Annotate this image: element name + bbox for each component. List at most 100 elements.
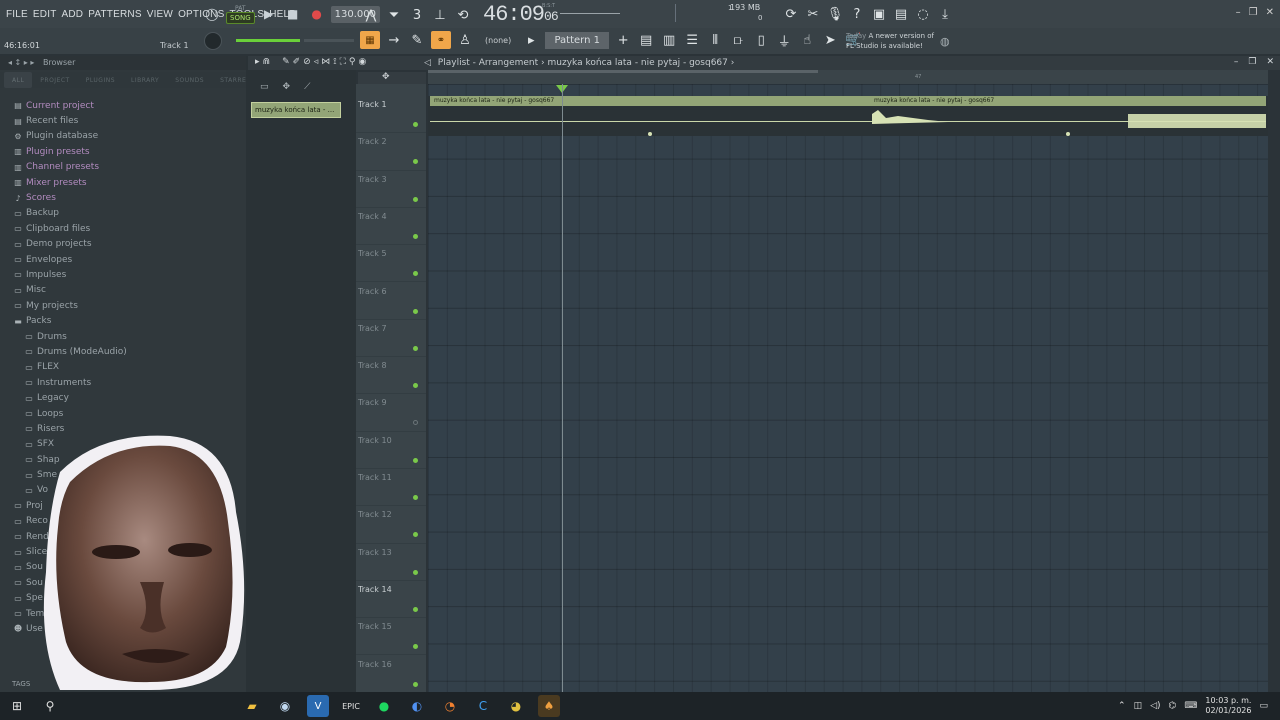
track-enable-led[interactable] [413,532,418,538]
help-icon[interactable]: ? [848,5,866,23]
clip-link-icon[interactable]: ⟋ [304,82,310,92]
track-header[interactable]: Track 8 [356,357,426,395]
search-icon[interactable]: ⚲ [39,695,61,717]
track-header[interactable]: Track 5 [356,245,426,283]
undo-history-icon[interactable]: ⟳ [782,5,800,23]
browser-item[interactable]: ▭ Clipboard files [0,221,246,236]
track-header[interactable]: Track 9 [356,394,426,432]
channel-rack-icon[interactable]: ☰ [683,31,701,49]
volume-icon[interactable]: ◁) [1150,701,1160,711]
render-icon[interactable]: ▤ [892,5,910,23]
blender-icon[interactable]: ◔ [439,695,461,717]
browser-item[interactable]: ▭ Envelopes [0,252,246,267]
mixer-icon[interactable]: ⫴ [706,31,724,49]
track-header[interactable]: Track 11 [356,469,426,507]
pl-maximize-icon[interactable]: ❐ [1248,57,1256,67]
browser-item[interactable]: ▭ My projects [0,298,246,313]
zoom-icon[interactable]: ⚲ [349,57,356,67]
piano-roll-icon[interactable]: ▥ [660,31,678,49]
close-icon[interactable]: ✕ [1266,7,1274,18]
capture-icon[interactable]: ➤ [821,31,839,49]
step-edit-icon[interactable]: ⊥ [431,6,449,24]
track-header[interactable]: Track 6 [356,283,426,320]
pl-close-icon[interactable]: ✕ [1266,57,1274,67]
browser-item[interactable]: ▥ Mixer presets [0,175,246,190]
wait-input-icon[interactable]: ⏷ [385,6,403,24]
touch-icon[interactable]: ☝ [798,31,816,49]
stamp-icon[interactable]: ♙ [456,31,474,49]
track-header[interactable]: Track 13 [356,544,426,581]
track-enable-led[interactable] [413,644,418,650]
mute-icon[interactable]: ◃ [314,57,319,67]
browser-item[interactable]: ▥ Plugin presets [0,144,246,159]
plug-icon[interactable]: ⏚ [775,31,793,50]
track-enable-led[interactable] [413,383,418,389]
draw-icon[interactable]: ✎ [282,57,290,67]
chat-icon[interactable]: ◌ [914,5,932,23]
browser-nav-icon[interactable]: ◂ ↕ ▸ ▸ [8,58,34,67]
track-header[interactable]: Track 3 [356,171,426,208]
snap-selector[interactable]: (none) [485,36,511,45]
add-pattern-icon[interactable]: + [614,31,632,49]
paint-icon[interactable]: ✐ [293,57,301,67]
pl-menu-arrow-icon[interactable]: ▸ [255,57,260,67]
pat-song-toggle[interactable]: PAT SONG [226,5,255,24]
track-header[interactable]: Track 7 [356,320,426,358]
track-header[interactable]: Track 2 [356,133,426,171]
metronome-icon[interactable]: ⋀ [362,6,380,24]
browser-item[interactable]: ⚙ Plugin database [0,129,246,144]
browser-toggle-icon[interactable]: ▯ [752,31,770,49]
pattern-arrow-icon[interactable]: ▸ [522,31,540,49]
playlist-grid[interactable] [428,84,1268,692]
track-enable-led[interactable] [413,159,418,165]
track-enable-led[interactable] [413,308,418,314]
magnet-icon[interactable]: ⋒ [263,57,271,67]
track-enable-led[interactable] [413,569,418,575]
globe-icon[interactable]: ◍ [940,35,950,48]
track-enable-led[interactable] [413,196,418,202]
start-icon[interactable]: ⊞ [6,695,28,717]
spotify-icon[interactable]: ● [373,695,395,717]
browser-item[interactable]: ▭ Misc [0,283,246,298]
save-icon[interactable]: ▣ [870,5,888,23]
delete-icon[interactable]: ⊘ [303,57,311,67]
browser-item[interactable]: ▭ Legacy [0,390,246,405]
stop-button[interactable]: ■ [283,4,303,24]
track-header[interactable]: Track 16 [356,656,426,693]
fl-studio-icon[interactable]: ♠ [538,695,560,717]
download-icon[interactable]: ⤓ [936,5,954,23]
arrow-right-icon[interactable]: → [385,31,403,49]
browser-item[interactable]: ▤ Current project [0,98,246,113]
track-enable-led[interactable] [413,271,418,277]
pl-minimize-icon[interactable]: – [1234,57,1239,67]
epic-games-icon[interactable]: EPIC [340,695,362,717]
tray-chevron-icon[interactable]: ⌃ [1118,701,1126,711]
pencil-icon[interactable]: ✎ [408,31,426,49]
app-icon[interactable]: ◐ [406,695,428,717]
browser-item[interactable]: ♪ Scores [0,190,246,205]
slip-icon[interactable]: ⋈ [321,57,330,67]
menu-view[interactable]: VIEW [147,9,173,20]
browser-item[interactable]: ▭ Impulses [0,267,246,282]
chrome-icon[interactable]: ◕ [505,695,527,717]
slice-icon[interactable]: ⟟ [333,57,336,67]
network-icon[interactable]: ⌬ [1169,701,1177,711]
plugin-picker-icon[interactable]: ⟥ [729,31,747,49]
browser-item[interactable]: ▭ Loops [0,406,246,421]
menu-file[interactable]: FILE [6,9,28,20]
main-volume-knob[interactable] [204,32,222,50]
browser-item[interactable]: ▭ Instruments [0,375,246,390]
track-enable-led[interactable] [413,122,418,127]
browser-tab-all[interactable]: ALL [4,72,33,88]
steam-icon[interactable]: ◉ [274,695,296,717]
track-enable-led[interactable] [413,420,418,426]
track-header[interactable]: Track 1 [356,96,426,134]
playlist-window-icon[interactable]: ▤ [637,31,655,49]
master-volume-slider[interactable] [236,39,300,42]
playlist-snap-icon[interactable]: ▦ [360,31,380,49]
track-enable-led[interactable] [413,606,418,612]
clip-view-icon[interactable]: ▭ [260,82,269,92]
link-icon[interactable]: ⚭ [431,31,451,49]
countdown-icon[interactable]: 3 [408,6,426,24]
browser-tab-project[interactable]: PROJECT [32,72,77,88]
